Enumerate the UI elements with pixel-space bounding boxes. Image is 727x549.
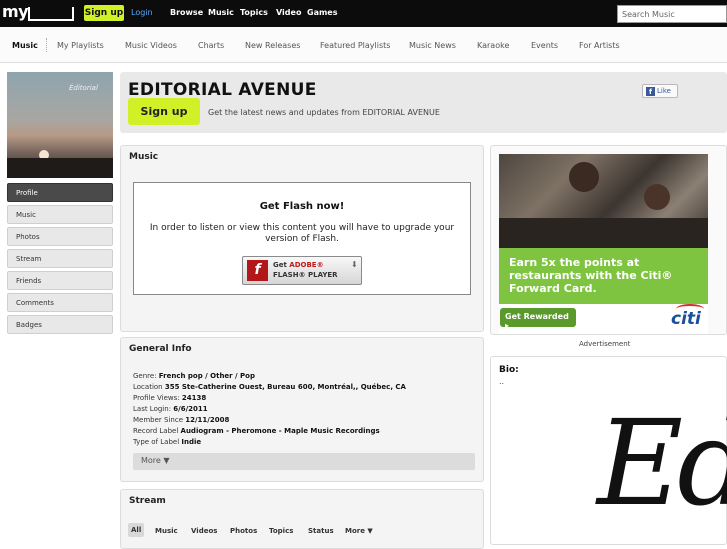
info-row-record-label: Record Label Audiogram - Pheromone - Map…	[133, 427, 380, 435]
flash-button-adobe: ADOBE®	[289, 261, 324, 269]
stream-tab-status[interactable]: Status	[308, 527, 334, 535]
subnav-divider	[46, 38, 47, 52]
music-panel-title: Music	[129, 152, 159, 162]
nav-browse[interactable]: Browse	[170, 8, 203, 17]
sidebar-item-music[interactable]: Music	[7, 205, 113, 224]
flash-button-line2: FLASH® PLAYER	[273, 271, 338, 279]
signup-button[interactable]: Sign up	[128, 98, 200, 125]
ad-photo[interactable]	[499, 154, 708, 248]
ad-table-shape	[499, 218, 708, 248]
info-value: 12/11/2008	[185, 416, 230, 424]
subnav-for-artists[interactable]: For Artists	[579, 41, 620, 50]
info-label: Last Login:	[133, 405, 172, 413]
stream-title: Stream	[129, 496, 166, 506]
sidebar-item-friends[interactable]: Friends	[7, 271, 113, 290]
signup-button-top[interactable]: Sign up	[84, 5, 124, 21]
flash-button-get: Get	[273, 261, 287, 269]
info-label: Record Label	[133, 427, 179, 435]
nav-topics[interactable]: Topics	[240, 8, 268, 17]
like-label: Like	[657, 87, 671, 95]
sidebar-item-profile[interactable]: Profile	[7, 183, 113, 202]
info-row-location: Location 355 Ste-Catherine Ouest, Bureau…	[133, 383, 406, 391]
flash-message: In order to listen or view this content …	[149, 223, 455, 244]
subnav-karaoke[interactable]: Karaoke	[477, 41, 509, 50]
info-row-last-login: Last Login: 6/6/2011	[133, 405, 208, 413]
citi-logo: citi	[671, 309, 701, 329]
info-label: Type of Label	[133, 438, 180, 446]
facebook-like-button[interactable]: f Like	[642, 84, 678, 98]
sidebar-item-badges[interactable]: Badges	[7, 315, 113, 334]
sub-nav: Music My Playlists Music Videos Charts N…	[0, 27, 727, 63]
profile-photo[interactable]: Éditorial	[7, 72, 113, 178]
info-value: Indie	[181, 438, 202, 446]
nav-video[interactable]: Video	[276, 8, 301, 17]
sidebar-item-photos[interactable]: Photos	[7, 227, 113, 246]
artist-name: EDITORIAL AVENUE	[128, 80, 317, 100]
top-bar: my Sign up Login Browse Music Topics Vid…	[0, 0, 727, 27]
info-value: French pop / Other / Pop	[158, 372, 256, 380]
sidebar-item-comments[interactable]: Comments	[7, 293, 113, 312]
subnav-my-playlists[interactable]: My Playlists	[57, 41, 104, 50]
stream-tab-more[interactable]: More ▼	[345, 527, 373, 535]
subnav-charts[interactable]: Charts	[198, 41, 224, 50]
subnav-music-news[interactable]: Music News	[409, 41, 456, 50]
get-rewarded-button[interactable]: Get Rewarded ▸	[500, 308, 576, 330]
stream-tab-topics[interactable]: Topics	[269, 527, 293, 535]
signup-description: Get the latest news and updates from EDI…	[208, 108, 440, 117]
nav-games[interactable]: Games	[307, 8, 338, 17]
flash-title: Get Flash now!	[259, 201, 345, 212]
flash-button-line1: Get ADOBE®	[273, 261, 324, 269]
info-label: Profile Views:	[133, 394, 180, 402]
search-input[interactable]: Search Music	[617, 5, 727, 23]
info-row-genre: Genre: French pop / Other / Pop	[133, 372, 255, 380]
sidebar-item-stream[interactable]: Stream	[7, 249, 113, 268]
bio-image-clip: Ed	[491, 357, 727, 545]
info-value: 6/6/2011	[173, 405, 208, 413]
info-value: 24138	[181, 394, 207, 402]
ad-headline: Earn 5x the points at restaurants with t…	[509, 256, 673, 295]
login-link[interactable]: Login	[131, 8, 153, 17]
more-info-button[interactable]: More ▼	[133, 453, 475, 470]
treeline-shape	[7, 158, 113, 178]
info-row-profile-views: Profile Views: 24138	[133, 394, 206, 402]
info-row-member-since: Member Since 12/11/2008	[133, 416, 229, 424]
site-logo[interactable]: my	[2, 2, 29, 21]
stream-tab-videos[interactable]: Videos	[191, 527, 217, 535]
get-flash-button[interactable]: f Get ADOBE® FLASH® PLAYER ⬇	[242, 256, 362, 285]
download-arrow-icon: ⬇	[351, 260, 358, 269]
info-label: Member Since	[133, 416, 183, 424]
subnav-events[interactable]: Events	[531, 41, 558, 50]
bio-image-text: Ed	[597, 394, 727, 532]
stream-tab-music[interactable]: Music	[155, 527, 178, 535]
advertisement-label: Advertisement	[579, 340, 631, 348]
stream-panel	[120, 489, 484, 549]
facebook-icon: f	[646, 87, 655, 96]
subnav-music[interactable]: Music	[12, 41, 38, 50]
info-value: 355 Ste-Catherine Ouest, Bureau 600, Mon…	[164, 383, 406, 391]
info-label: Genre:	[133, 372, 157, 380]
logo-box-icon	[28, 7, 74, 21]
general-info-title: General Info	[129, 344, 192, 354]
subnav-featured-playlists[interactable]: Featured Playlists	[320, 41, 390, 50]
subnav-music-videos[interactable]: Music Videos	[125, 41, 177, 50]
stream-tab-photos[interactable]: Photos	[230, 527, 257, 535]
ad-person-shape	[569, 162, 599, 192]
info-row-label-type: Type of Label Indie	[133, 438, 201, 446]
info-label: Location	[133, 383, 163, 391]
nav-music[interactable]: Music	[208, 8, 234, 17]
subnav-new-releases[interactable]: New Releases	[245, 41, 300, 50]
info-value: Audiogram - Pheromone - Maple Music Reco…	[180, 427, 380, 435]
ad-person-shape	[644, 184, 670, 210]
flash-logo-icon: f	[247, 260, 268, 281]
profile-photo-text: Éditorial	[69, 84, 98, 92]
stream-tab-all[interactable]: All	[128, 523, 145, 537]
